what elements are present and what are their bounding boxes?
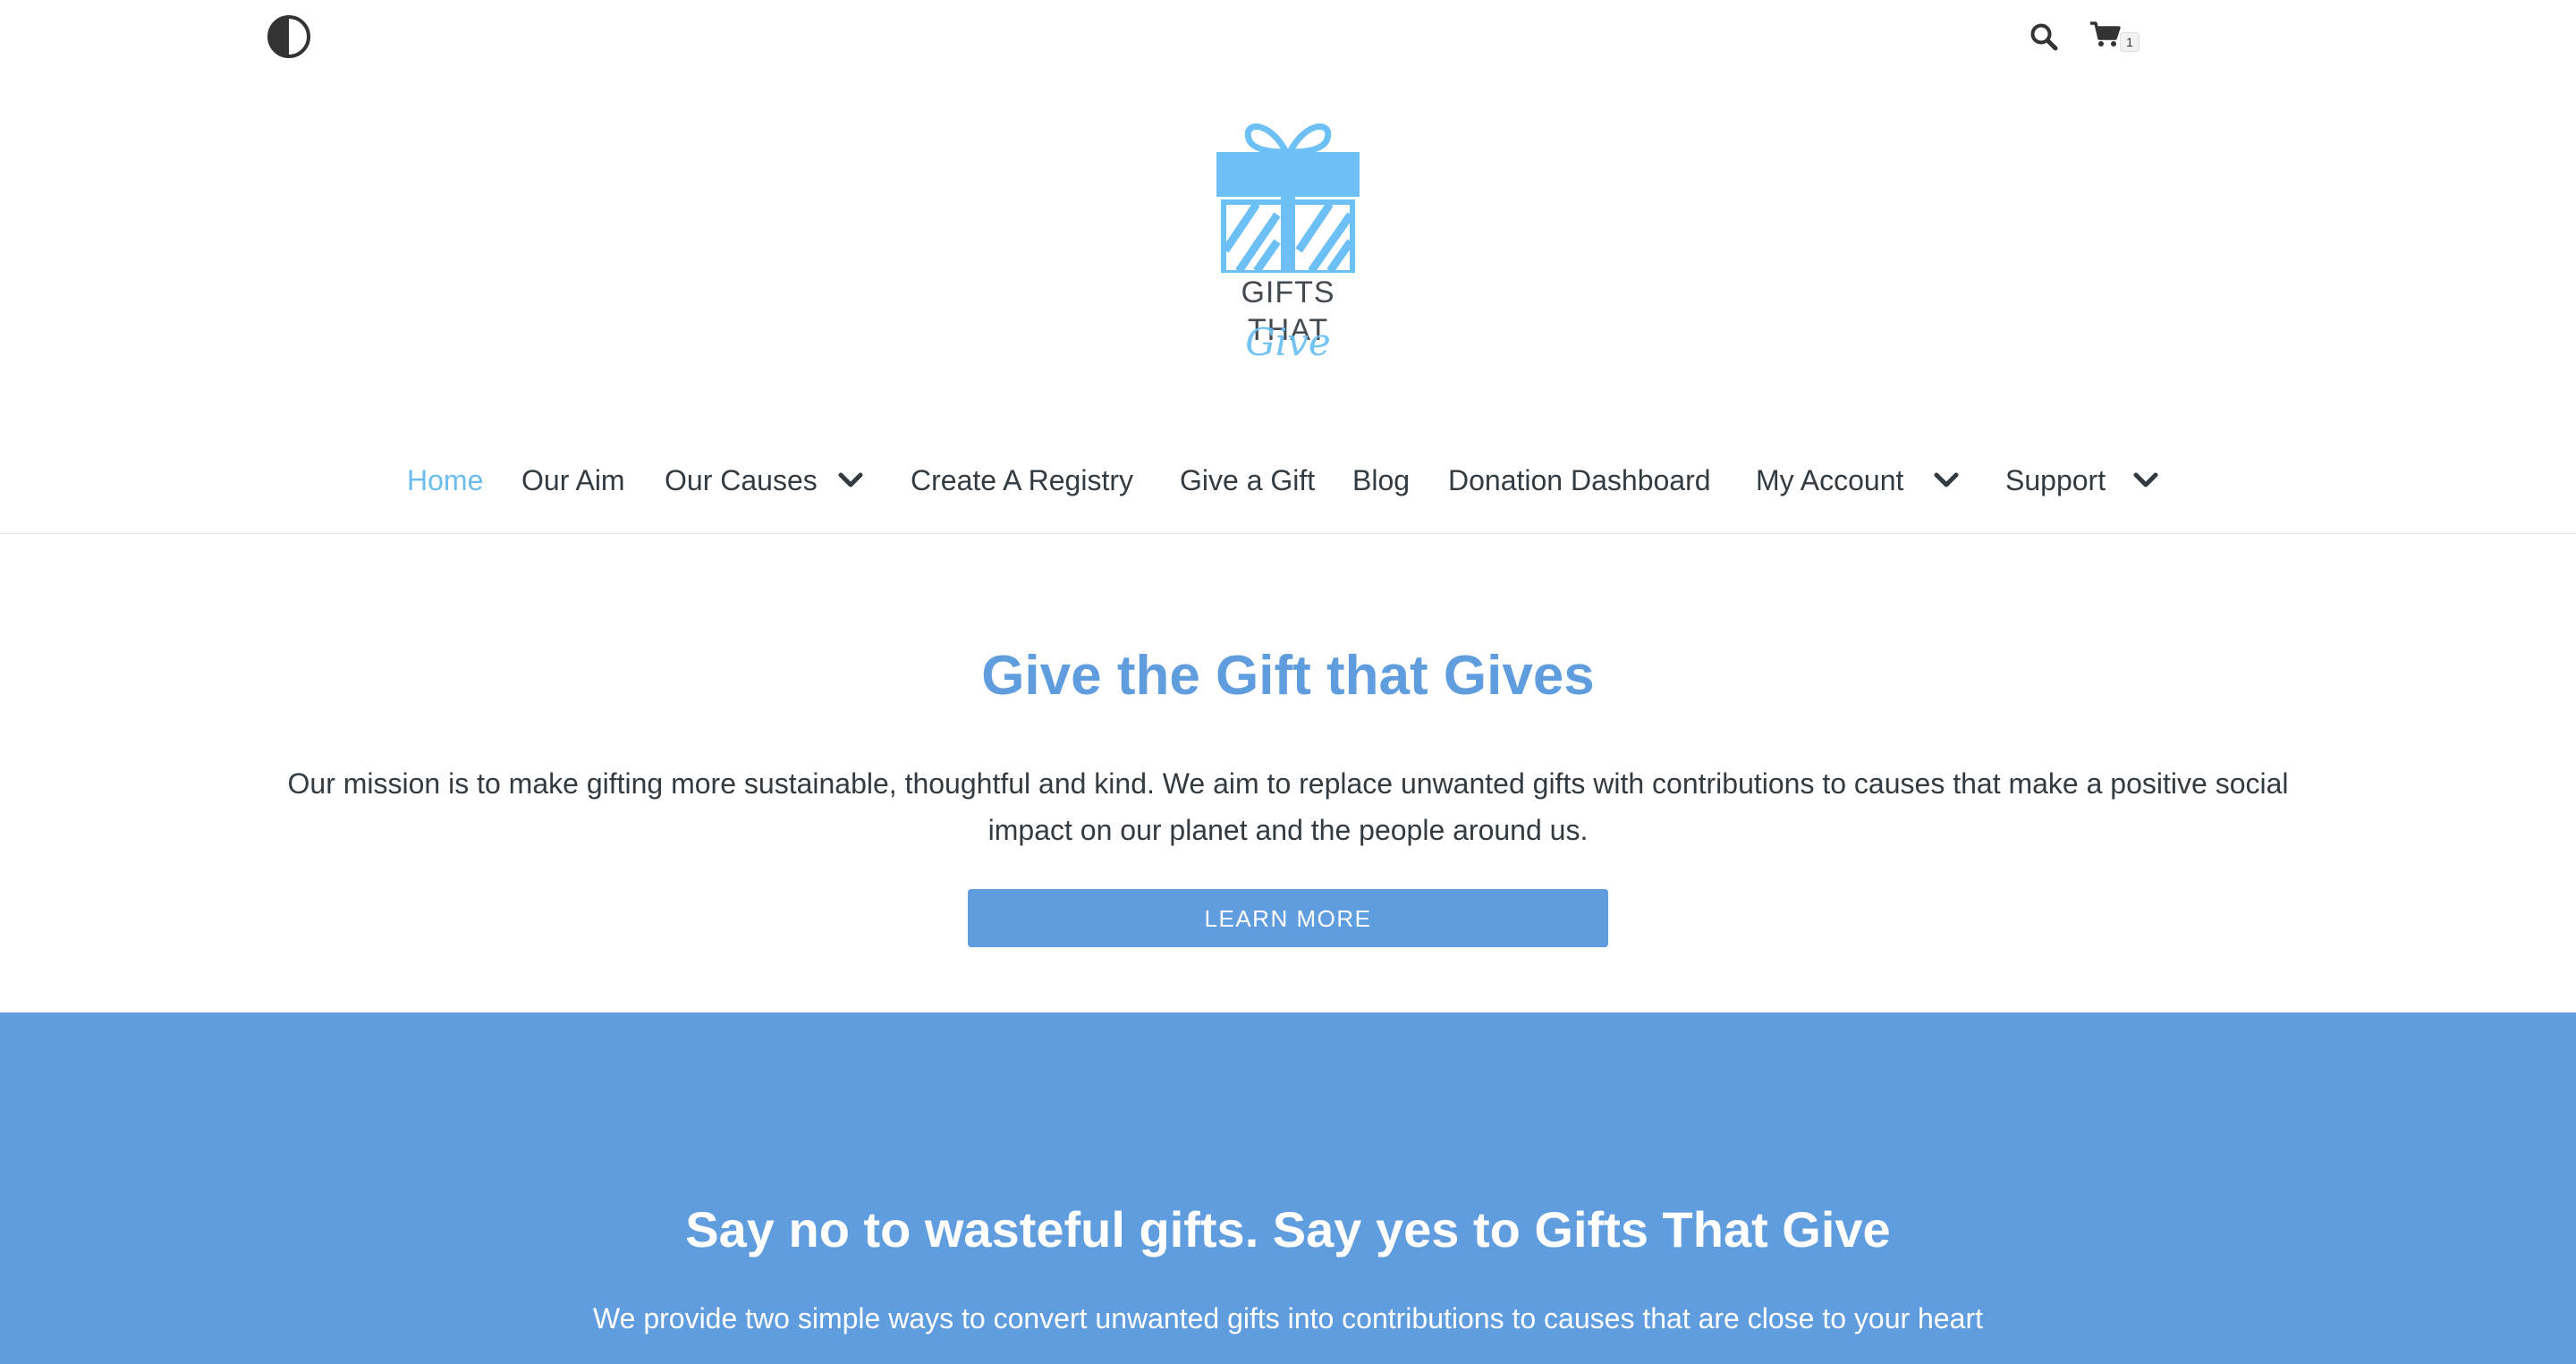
chevron-down-icon[interactable] [1933, 470, 1960, 491]
cart-count-badge: 1 [2120, 32, 2140, 52]
nav-item-my-account[interactable]: My Account [1756, 452, 1903, 509]
hero-title: Give the Gift that Gives [981, 645, 1595, 707]
cart-button[interactable]: 1 [2089, 20, 2143, 59]
logo-text-gifts: GIFTS [1241, 275, 1335, 309]
site-logo[interactable]: GIFTS THAT Give [1216, 116, 1360, 385]
nav-item-blog[interactable]: Blog [1352, 452, 1410, 509]
search-icon[interactable] [2029, 21, 2059, 52]
section-title: Say no to wasteful gifts. Say yes to Gif… [685, 1201, 1891, 1258]
main-navigation: Home Our Aim Our Causes Create A Registr… [0, 452, 2576, 509]
nav-item-create-registry[interactable]: Create A Registry [911, 452, 1133, 509]
chevron-down-icon[interactable] [2132, 470, 2159, 491]
chevron-down-icon[interactable] [837, 470, 864, 491]
nav-item-support[interactable]: Support [2005, 452, 2106, 509]
section-description: We provide two simple ways to convert un… [593, 1302, 1983, 1334]
nav-item-our-causes[interactable]: Our Causes [665, 452, 818, 509]
cart-icon [2090, 21, 2121, 47]
intro-section: Say no to wasteful gifts. Say yes to Gif… [0, 1012, 2576, 1364]
hero-description: Our mission is to make gifting more sust… [287, 767, 2289, 846]
nav-item-our-aim[interactable]: Our Aim [521, 452, 625, 509]
logo-text-give: Give [1245, 320, 1331, 364]
nav-item-give-gift[interactable]: Give a Gift [1180, 452, 1315, 509]
header-divider [0, 533, 2576, 534]
nav-item-donation-dashboard[interactable]: Donation Dashboard [1448, 452, 1711, 509]
gift-box-logo-icon [1216, 123, 1360, 275]
nav-item-home[interactable]: Home [407, 452, 483, 509]
contrast-toggle-icon[interactable] [267, 14, 311, 59]
learn-more-button[interactable]: LEARN MORE [968, 889, 1608, 947]
